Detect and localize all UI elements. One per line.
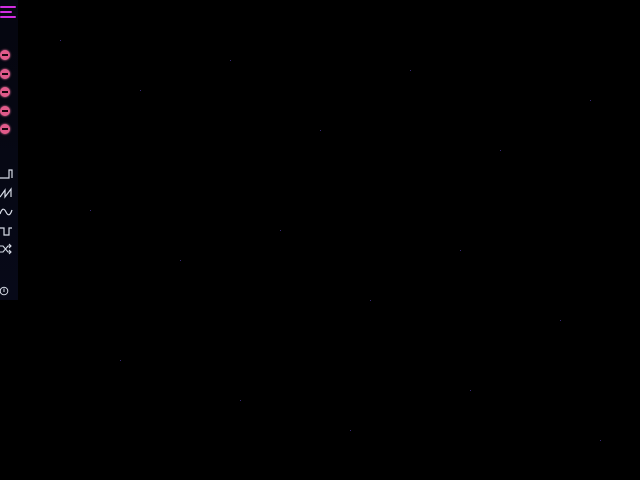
star-dot (60, 40, 61, 41)
star-dot (460, 250, 461, 251)
hamburger-menu-icon[interactable] (0, 6, 16, 20)
remove-circle-icon[interactable] (0, 106, 10, 116)
sidebar (0, 0, 18, 300)
star-dot (370, 300, 371, 301)
triangle-wave-icon[interactable] (0, 187, 14, 199)
sawtooth-wave-icon[interactable] (0, 168, 14, 180)
star-dot (120, 360, 121, 361)
shuffle-random-icon[interactable] (0, 243, 14, 255)
square-wave-icon[interactable] (0, 225, 14, 237)
star-dot (280, 230, 281, 231)
star-dot (90, 210, 91, 211)
star-dot (180, 260, 181, 261)
star-dot (500, 150, 501, 151)
remove-circle-icon[interactable] (0, 50, 10, 60)
star-dot (470, 390, 471, 391)
star-dot (230, 60, 231, 61)
star-dot (590, 100, 591, 101)
star-dot (350, 430, 351, 431)
star-dot (600, 440, 601, 441)
remove-circle-icon[interactable] (0, 124, 10, 134)
power-icon[interactable] (0, 281, 10, 296)
star-dot (140, 90, 141, 91)
remove-circle-icon[interactable] (0, 87, 10, 97)
star-dot (240, 400, 241, 401)
star-dot (320, 130, 321, 131)
remove-circle-icon[interactable] (0, 69, 10, 79)
star-dot (560, 320, 561, 321)
sine-wave-icon[interactable] (0, 206, 14, 218)
oscillator-canvas[interactable] (0, 0, 640, 480)
star-dot (410, 70, 411, 71)
